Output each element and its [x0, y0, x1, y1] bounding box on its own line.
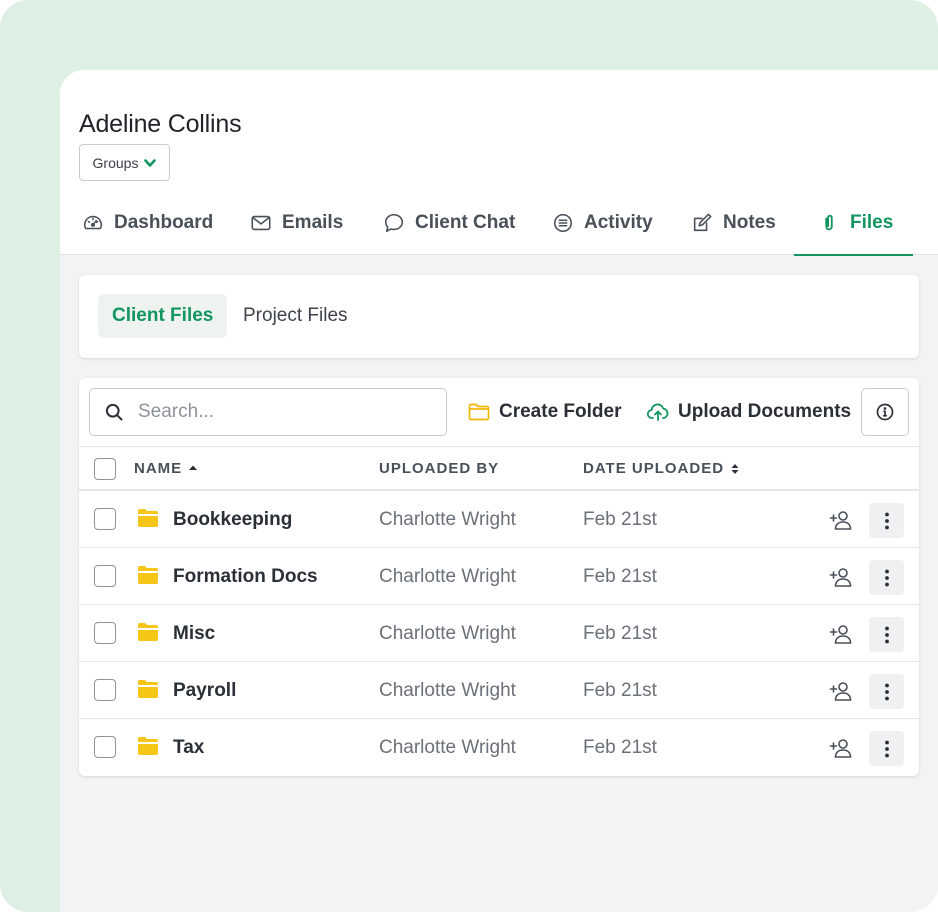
search-input[interactable]: [138, 401, 428, 423]
column-date-uploaded[interactable]: DATE UPLOADED: [583, 447, 740, 490]
file-name[interactable]: Misc: [173, 605, 215, 662]
sort-both-icon: [731, 463, 739, 474]
column-name-label: NAME: [134, 460, 183, 477]
more-actions-button[interactable]: [869, 731, 904, 766]
row-checkbox[interactable]: [94, 679, 116, 701]
row-checkbox[interactable]: [94, 565, 116, 587]
table-row[interactable]: Payroll Charlotte Wright Feb 21st: [79, 662, 919, 719]
row-checkbox[interactable]: [94, 508, 116, 530]
share-user-icon[interactable]: [829, 508, 853, 532]
tab-emails[interactable]: Emails: [250, 190, 343, 255]
folder-outline-icon: [468, 403, 490, 421]
uploaded-by: Charlotte Wright: [379, 508, 516, 530]
uploaded-by: Charlotte Wright: [379, 736, 516, 758]
column-uploaded-by-label: UPLOADED BY: [379, 460, 500, 477]
table-body: Bookkeeping Charlotte Wright Feb 21st Fo…: [79, 491, 919, 776]
cloud-upload-icon: [646, 403, 669, 421]
subtab-project-files[interactable]: Project Files: [229, 294, 362, 338]
row-checkbox[interactable]: [94, 622, 116, 644]
uploaded-by: Charlotte Wright: [379, 679, 516, 701]
uploaded-by: Charlotte Wright: [379, 565, 516, 587]
list-circle-icon: [553, 213, 573, 232]
create-folder-button[interactable]: Create Folder: [467, 388, 621, 436]
paperclip-icon: [825, 214, 833, 230]
gauge-icon: [83, 215, 103, 229]
sort-asc-icon: [189, 465, 198, 470]
files-table-card: Create Folder Upload Documents: [79, 378, 919, 776]
folder-icon: [138, 623, 158, 641]
info-icon: [876, 403, 894, 421]
tab-activity[interactable]: Activity: [552, 190, 653, 255]
date-uploaded: Feb 21st: [583, 565, 657, 587]
column-date-uploaded-label: DATE UPLOADED: [583, 460, 725, 477]
groups-label: Groups: [92, 154, 139, 171]
folder-icon: [138, 737, 158, 755]
groups-dropdown[interactable]: Groups: [79, 144, 170, 181]
tab-label: Client Chat: [415, 211, 516, 233]
more-actions-button[interactable]: [869, 674, 904, 709]
table-row[interactable]: Tax Charlotte Wright Feb 21st: [79, 719, 919, 776]
folder-icon: [138, 509, 158, 527]
vertical-dots-icon: [884, 626, 889, 643]
table-header: NAME UPLOADED BY DATE UPLOADED: [79, 446, 919, 491]
tab-dashboard[interactable]: Dashboard: [82, 190, 213, 255]
tab-files[interactable]: Files: [793, 190, 914, 256]
vertical-dots-icon: [884, 512, 889, 529]
row-checkbox[interactable]: [94, 736, 116, 758]
date-uploaded: Feb 21st: [583, 679, 657, 701]
more-actions-button[interactable]: [869, 617, 904, 652]
share-user-icon[interactable]: [829, 736, 853, 760]
table-row[interactable]: Formation Docs Charlotte Wright Feb 21st: [79, 548, 919, 605]
file-category-tabs: Client Files Project Files: [79, 275, 919, 358]
client-name: Adeline Collins: [79, 110, 242, 138]
vertical-dots-icon: [884, 740, 889, 757]
subtab-client-files[interactable]: Client Files: [98, 294, 228, 338]
app-frame: Adeline Collins Groups Dashboard Emails …: [0, 0, 938, 912]
date-uploaded: Feb 21st: [583, 736, 657, 758]
vertical-dots-icon: [884, 683, 889, 700]
info-button[interactable]: [861, 388, 909, 436]
select-all-checkbox[interactable]: [94, 458, 116, 480]
chat-bubble-icon: [384, 213, 404, 232]
uploaded-by: Charlotte Wright: [379, 622, 516, 644]
date-uploaded: Feb 21st: [583, 622, 657, 644]
table-row[interactable]: Bookkeeping Charlotte Wright Feb 21st: [79, 491, 919, 548]
tab-label: Notes: [723, 211, 776, 233]
envelope-icon: [251, 215, 271, 230]
chevron-down-icon: [144, 158, 157, 167]
edit-note-icon: [693, 213, 712, 231]
tab-label: Files: [850, 211, 894, 233]
more-actions-button[interactable]: [869, 560, 904, 595]
file-name[interactable]: Formation Docs: [173, 548, 318, 605]
client-tabs: Dashboard Emails Client Chat Activity No…: [60, 190, 938, 256]
search-field[interactable]: [89, 388, 447, 436]
more-actions-button[interactable]: [869, 503, 904, 538]
client-header: Adeline Collins Groups Dashboard Emails …: [60, 70, 938, 256]
upload-documents-label: Upload Documents: [678, 401, 852, 422]
tab-label: Activity: [584, 211, 653, 233]
table-row[interactable]: Misc Charlotte Wright Feb 21st: [79, 605, 919, 662]
file-name[interactable]: Bookkeeping: [173, 491, 292, 548]
column-uploaded-by: UPLOADED BY: [379, 447, 499, 490]
file-name[interactable]: Tax: [173, 719, 204, 776]
share-user-icon[interactable]: [829, 565, 853, 589]
share-user-icon[interactable]: [829, 622, 853, 646]
folder-icon: [138, 680, 158, 698]
create-folder-label: Create Folder: [499, 401, 622, 422]
tab-label: Dashboard: [114, 211, 214, 233]
upload-documents-button[interactable]: Upload Documents: [646, 388, 851, 436]
file-name[interactable]: Payroll: [173, 662, 236, 719]
date-uploaded: Feb 21st: [583, 508, 657, 530]
folder-icon: [138, 566, 158, 584]
share-user-icon[interactable]: [829, 679, 853, 703]
vertical-dots-icon: [884, 569, 889, 586]
client-panel: Adeline Collins Groups Dashboard Emails …: [60, 70, 938, 912]
search-icon: [105, 403, 123, 421]
tab-client-chat[interactable]: Client Chat: [383, 190, 515, 255]
column-name[interactable]: NAME: [134, 447, 198, 490]
tab-label: Emails: [282, 211, 344, 233]
tab-notes[interactable]: Notes: [691, 190, 776, 255]
